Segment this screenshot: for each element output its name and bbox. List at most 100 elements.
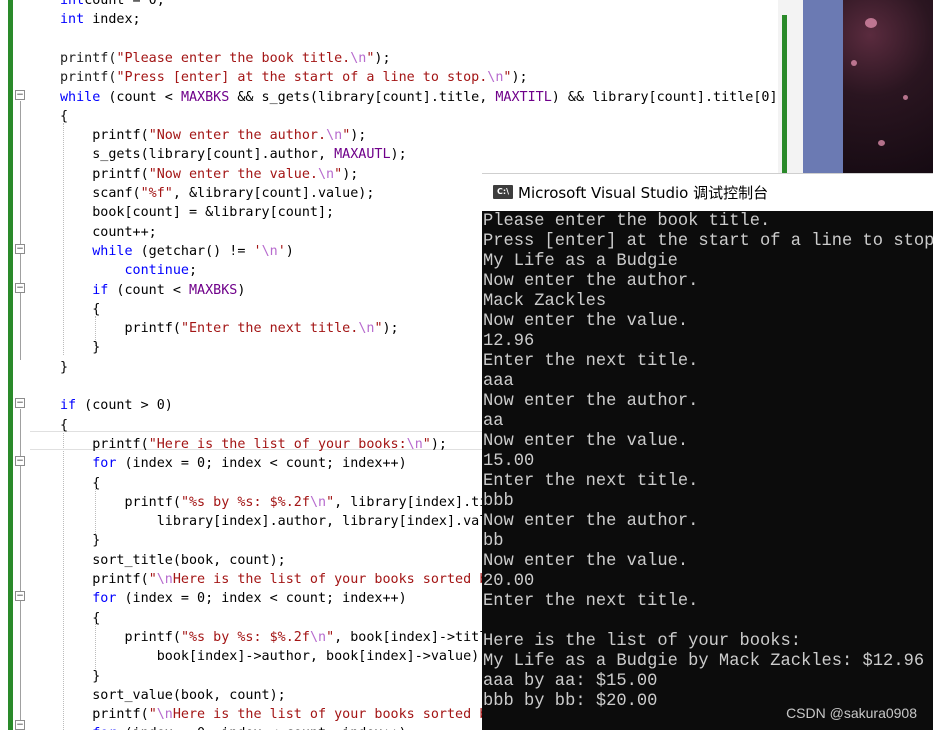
code-token: { xyxy=(60,108,69,124)
code-token: book[index]->author, book[index]->value)… xyxy=(60,649,488,665)
console-line: bb xyxy=(483,532,504,551)
code-token: index; xyxy=(84,12,141,28)
code-token: while xyxy=(92,243,133,259)
code-token: if xyxy=(92,282,109,298)
code-token: } xyxy=(60,668,101,684)
code-line[interactable]: { xyxy=(60,416,68,435)
console-line: Now enter the author. xyxy=(483,272,699,291)
code-line[interactable]: if (count > 0) xyxy=(60,396,173,415)
console-line: My Life as a Budgie xyxy=(483,252,678,271)
code-token: } xyxy=(60,359,69,375)
code-line[interactable]: { xyxy=(60,300,100,319)
code-line[interactable]: printf("%s by %s: $%.2f\n", library[inde… xyxy=(60,493,519,512)
code-token: { xyxy=(60,475,101,491)
collapse-for-sorted-value-icon[interactable]: − xyxy=(15,720,25,730)
code-line[interactable]: while (getchar() != '\n') xyxy=(60,242,294,261)
code-token: "Please enter the book title. xyxy=(116,50,351,66)
collapse-while-icon[interactable]: − xyxy=(15,90,25,100)
code-token: " xyxy=(422,436,431,452)
code-line[interactable]: printf("Press [enter] at the start of a … xyxy=(60,68,528,87)
code-token: "%f" xyxy=(140,186,173,201)
code-line[interactable]: printf("Please enter the book title.\n")… xyxy=(60,49,391,68)
code-line[interactable]: } xyxy=(60,338,100,357)
code-token: printf( xyxy=(60,166,149,182)
code-token: " xyxy=(326,494,335,510)
code-line[interactable]: s_gets(library[count].author, MAXAUTL); xyxy=(60,145,407,164)
code-token: for xyxy=(92,726,116,730)
code-token: count = 0; xyxy=(84,0,165,8)
code-line[interactable]: book[count] = &library[count]; xyxy=(60,203,334,222)
code-line[interactable]: printf("Here is the list of your books:\… xyxy=(60,435,447,454)
code-line[interactable]: printf("Enter the next title.\n"); xyxy=(60,319,398,338)
code-token: ' xyxy=(253,243,262,259)
code-token: ) && library[count].title[0] != xyxy=(551,89,790,105)
code-token: printf( xyxy=(60,50,117,66)
console-line: Now enter the value. xyxy=(483,312,689,331)
console-output[interactable]: Please enter the book title. Press [enter… xyxy=(482,211,933,730)
code-token: , &library[count].value); xyxy=(172,186,375,201)
code-token: ) xyxy=(285,243,294,259)
debug-console-window[interactable]: C:\ Microsoft Visual Studio 调试控制台 Please… xyxy=(482,173,933,730)
code-line[interactable]: sort_value(book, count); xyxy=(60,686,286,705)
code-token: ); xyxy=(511,70,528,86)
code-token: (index = 0; index < count; index++) xyxy=(116,456,407,472)
code-token: \n xyxy=(156,572,173,587)
code-line[interactable]: for (index = 0; index < count; index++) xyxy=(60,724,406,730)
console-line: Enter the next title. xyxy=(483,592,699,611)
code-line[interactable]: scanf("%f", &library[count].value); xyxy=(60,184,374,203)
console-line: bbb by bb: $20.00 xyxy=(483,692,658,711)
code-line[interactable]: count++; xyxy=(60,223,157,242)
code-token: " xyxy=(374,321,383,337)
code-line[interactable]: { xyxy=(60,474,100,493)
code-line[interactable]: book[index]->author, book[index]->value)… xyxy=(60,647,488,666)
collapse-if-count-icon[interactable]: − xyxy=(15,398,25,408)
code-token: (count < xyxy=(100,89,181,105)
code-line[interactable]: sort_title(book, count); xyxy=(60,551,286,570)
code-token: (getchar() != xyxy=(132,243,254,259)
code-line[interactable]: for (index = 0; index < count; index++) xyxy=(60,454,407,473)
console-line: Please enter the book title. xyxy=(483,212,771,231)
console-line: Press [enter] at the start of a line to … xyxy=(483,232,933,251)
collapse-if-icon[interactable]: − xyxy=(15,283,25,293)
code-line[interactable]: { xyxy=(60,609,100,628)
code-token: ' xyxy=(277,243,286,259)
code-token: book[count] = &library[count]; xyxy=(60,205,335,221)
code-token: && s_gets(library[count].title, xyxy=(229,89,496,105)
console-line: bbb xyxy=(483,492,514,511)
code-token: "Enter the next title. xyxy=(180,321,359,337)
console-titlebar[interactable]: C:\ Microsoft Visual Studio 调试控制台 xyxy=(482,173,933,211)
code-line[interactable]: } xyxy=(60,531,100,550)
code-token: ); xyxy=(374,50,391,66)
code-token: if xyxy=(60,398,77,414)
console-line: Now enter the value. xyxy=(483,552,689,571)
code-line[interactable]: intcount = 0; xyxy=(60,0,165,10)
console-line: Mack Zackles xyxy=(483,292,607,311)
code-line[interactable]: } xyxy=(60,667,100,686)
code-token: int xyxy=(60,12,85,28)
code-line[interactable]: for (index = 0; index < count; index++) xyxy=(60,589,406,608)
code-line[interactable]: { xyxy=(60,107,68,126)
code-line[interactable]: library[index].author, library[index].va… xyxy=(60,512,520,531)
code-line[interactable]: if (count < MAXBKS) xyxy=(60,281,245,300)
console-line: 20.00 xyxy=(483,572,535,591)
code-line[interactable]: printf("Now enter the author.\n"); xyxy=(60,126,366,145)
collapse-for-sorted-title-icon[interactable]: − xyxy=(15,591,25,601)
code-line[interactable]: int index; xyxy=(60,10,141,29)
code-token: } xyxy=(60,533,101,549)
code-token: \n xyxy=(350,50,367,66)
code-token: for xyxy=(92,591,117,607)
console-line: Now enter the author. xyxy=(483,392,699,411)
code-token: printf( xyxy=(60,128,149,144)
code-token: "%s by %s: $%.2f xyxy=(180,629,310,645)
collapse-for-icon[interactable]: − xyxy=(15,456,25,466)
code-token: for xyxy=(92,456,117,472)
code-line[interactable]: } xyxy=(60,358,68,377)
code-line[interactable]: printf("%s by %s: $%.2f\n", book[index]-… xyxy=(60,628,503,647)
code-line[interactable]: while (count < MAXBKS && s_gets(library[… xyxy=(60,88,790,107)
code-line[interactable]: continue; xyxy=(60,261,198,280)
code-token: ); xyxy=(390,147,407,163)
code-line[interactable]: printf("Now enter the value.\n"); xyxy=(60,165,358,184)
code-token: MAXBKS xyxy=(189,282,238,298)
collapse-inner-while-icon[interactable]: − xyxy=(15,244,25,254)
